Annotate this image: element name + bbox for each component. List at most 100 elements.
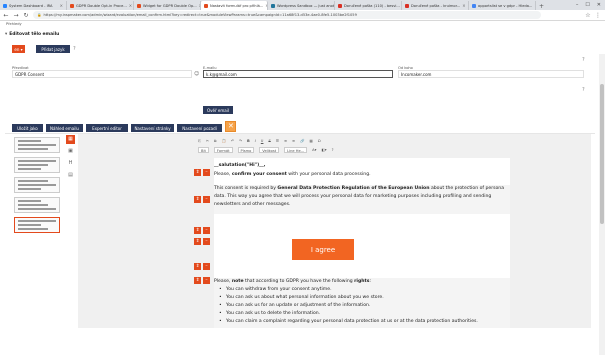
move-icon[interactable]: ⇕ — [194, 227, 201, 234]
reload-icon[interactable]: ↻ — [23, 12, 29, 19]
section-title[interactable]: ▾Editovat tělo emailu — [5, 32, 59, 37]
from-field[interactable]: Incomaker.com — [398, 70, 584, 78]
salutation-block[interactable]: __salutation("Hi")__, — [214, 162, 510, 170]
close-tab-icon[interactable]: × — [129, 3, 132, 8]
verify-email-button[interactable]: Ověř email — [203, 106, 233, 114]
rights-block[interactable]: Please, note that according to GDPR you … — [214, 278, 510, 328]
email-preview-button[interactable]: Náhled emailu — [46, 124, 83, 132]
favicon-icon — [405, 4, 409, 8]
document-icon[interactable]: ▤ — [66, 171, 75, 180]
special-char-icon[interactable]: Ω — [318, 139, 321, 143]
cut-icon[interactable]: ✂ — [206, 139, 209, 143]
help-icon[interactable]: ? — [582, 57, 585, 63]
tab-title: Widget for GDPR Double Op... — [143, 4, 197, 8]
link-icon[interactable]: 🔗 — [300, 139, 304, 143]
agree-button[interactable]: I agree — [292, 239, 354, 260]
code-icon[interactable]: H — [66, 159, 75, 168]
browser-tab[interactable]: Wordpress Sandbox — Just anoth...× — [268, 1, 335, 10]
move-icon[interactable]: ⇕ — [194, 196, 201, 203]
line-height-select[interactable]: Line He... — [284, 147, 307, 153]
browser-tab[interactable]: opportslist se v gdpr - Hleda...× — [469, 1, 536, 10]
source-icon[interactable]: ⎘ — [198, 139, 201, 143]
forward-icon[interactable]: → — [13, 12, 19, 19]
template-thumbnail[interactable] — [14, 157, 60, 173]
bookmark-item[interactable]: Přehledy — [6, 22, 22, 26]
add-language-button[interactable]: Přidat jazyk — [36, 45, 70, 53]
browser-tab[interactable]: GDPR Double Opt-in Proce...× — [67, 1, 134, 10]
list-item: You can ask us to delete the information… — [226, 310, 510, 318]
table-icon[interactable]: ▦ — [309, 139, 312, 143]
template-thumbnail[interactable] — [14, 137, 60, 153]
move-icon[interactable]: ⇕ — [194, 263, 201, 270]
scrollbar-thumb[interactable] — [600, 84, 604, 224]
undo-icon[interactable]: ↶ — [231, 139, 234, 143]
browser-tab[interactable]: Doručené pošta - kruimor...× — [402, 1, 469, 10]
browser-tab[interactable]: Widget for GDPR Double Op...× — [134, 1, 201, 10]
minimize-icon[interactable]: – — [576, 2, 579, 8]
close-window-icon[interactable]: ✕ — [597, 2, 601, 8]
close-tool-icon[interactable] — [225, 121, 236, 132]
blocks-icon[interactable]: ▦ — [66, 135, 75, 144]
strike-icon[interactable]: S — [268, 139, 270, 143]
email-editor: ⎘ ✂ ⧉ 📋 ↶ ↷ B I U S ☰ ≡ ≡ 🔗 ▦ Ω Bit Form… — [78, 134, 591, 328]
align-left-icon[interactable]: ≡ — [284, 139, 287, 143]
remove-icon[interactable]: – — [203, 263, 210, 270]
move-icon[interactable]: ⇕ — [194, 238, 201, 245]
remove-icon[interactable]: – — [203, 277, 210, 284]
remove-icon[interactable]: – — [203, 169, 210, 176]
move-icon[interactable]: ⇕ — [194, 169, 201, 176]
email-field[interactable]: k.k@gmail.com — [203, 70, 393, 78]
italic-icon[interactable]: I — [255, 139, 256, 143]
move-icon[interactable]: ⇕ — [194, 277, 201, 284]
consent-block[interactable]: This consent is required by General Data… — [214, 185, 510, 214]
block-handles: ⇕– — [194, 196, 210, 203]
sender-name-field[interactable]: GDPR Consent — [12, 70, 192, 78]
save-as-button[interactable]: Uložit jako — [12, 124, 43, 132]
url-field[interactable]: 🔒https://my.inspmaker.com/admin/wizard/e… — [33, 11, 541, 19]
copy-icon[interactable]: ⧉ — [214, 139, 217, 143]
redo-icon[interactable]: ↷ — [239, 139, 242, 143]
confirm-block[interactable]: Please, confirm your consent with your p… — [214, 171, 510, 179]
template-thumbnail[interactable] — [14, 177, 60, 193]
star-icon[interactable]: ☆ — [585, 12, 591, 19]
font-select[interactable]: Bit — [198, 147, 209, 153]
image-icon[interactable]: ▣ — [66, 147, 75, 156]
remove-icon[interactable]: – — [203, 196, 210, 203]
background-settings-button[interactable]: Nastavení pozadí — [177, 124, 222, 132]
window-controls: – ☐ ✕ — [576, 2, 605, 10]
paste-icon[interactable]: 📋 — [221, 139, 225, 143]
help-icon[interactable]: ? — [582, 87, 585, 93]
browser-tab[interactable]: Doručené pošta (110) - besvi...× — [335, 1, 402, 10]
new-tab-button[interactable]: + — [536, 3, 547, 10]
emoji-icon[interactable]: ☺ — [194, 71, 199, 77]
block-handles: ⇕– — [194, 277, 210, 284]
page-settings-button[interactable]: Nastavení stránky — [131, 124, 174, 132]
help-icon[interactable]: ? — [73, 46, 76, 52]
remove-icon[interactable]: – — [203, 227, 210, 234]
menu-icon[interactable]: ⋮ — [595, 12, 601, 19]
browser-tab[interactable]: System Dashboard - IRA× — [0, 1, 67, 10]
template-thumbnail[interactable] — [14, 197, 60, 213]
font-family-select[interactable]: Písmo — [238, 147, 255, 153]
close-tab-icon[interactable]: × — [60, 3, 63, 8]
template-thumbnail-selected[interactable] — [14, 217, 60, 233]
page: ▾Editovat tělo emailu en ▾ Přidat jazyk … — [0, 27, 605, 328]
align-center-icon[interactable]: ≡ — [292, 139, 295, 143]
back-icon[interactable]: ← — [3, 12, 9, 19]
block-handles: ⇕– — [194, 263, 210, 270]
language-select[interactable]: en ▾ — [12, 45, 25, 53]
browser-tab[interactable]: Nastavit formulář pro přihlá...× — [201, 1, 268, 10]
close-tab-icon[interactable]: × — [462, 3, 465, 8]
text-color-icon[interactable]: A▾ — [312, 148, 316, 152]
format-select[interactable]: Formát — [214, 147, 233, 153]
remove-icon[interactable]: – — [203, 238, 210, 245]
maximize-icon[interactable]: ☐ — [585, 2, 589, 8]
list-icon[interactable]: ☰ — [276, 139, 279, 143]
page-scrollbar[interactable] — [599, 54, 605, 355]
underline-icon[interactable]: U — [261, 139, 264, 143]
expert-editor-button[interactable]: Expertní editor — [86, 124, 128, 132]
help-icon[interactable]: ? — [332, 148, 334, 152]
bg-color-icon[interactable]: ◧▾ — [321, 148, 326, 152]
bold-icon[interactable]: B — [247, 139, 250, 143]
font-size-select[interactable]: Velikost — [259, 147, 279, 153]
